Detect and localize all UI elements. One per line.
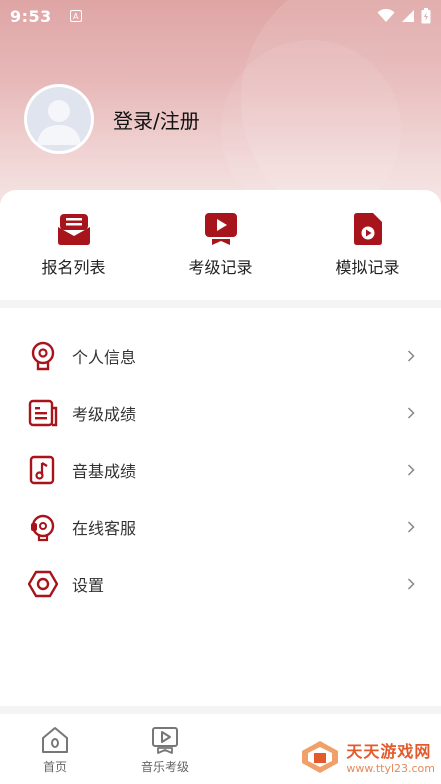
quick-exam-records[interactable]: 考级记录 xyxy=(161,212,281,278)
menu-label: 音基成绩 xyxy=(72,461,137,481)
avatar[interactable] xyxy=(24,84,94,154)
envelope-icon xyxy=(57,214,90,245)
music-exam-icon xyxy=(152,727,178,754)
menu-label: 设置 xyxy=(72,575,105,595)
status-bar: 9:53 A xyxy=(0,0,441,32)
quick-label: 考级记录 xyxy=(188,258,253,277)
menu-label: 考级成绩 xyxy=(72,404,137,424)
status-a-badge: A xyxy=(69,10,82,22)
watermark: 天天游戏网 www.ttyl23.com xyxy=(300,738,435,775)
chevron-right-icon xyxy=(407,463,415,476)
profile-section[interactable]: 登录/注册 xyxy=(24,84,200,154)
battery-icon xyxy=(421,8,431,24)
settings-icon xyxy=(28,570,58,597)
person-info-icon xyxy=(31,341,55,370)
status-time: 9:53 xyxy=(10,6,52,26)
menu-online-service[interactable]: 在线客服 xyxy=(0,498,441,555)
watermark-logo-icon xyxy=(302,740,339,773)
file-play-icon xyxy=(353,213,382,245)
quick-mock-records[interactable]: 模拟记录 xyxy=(308,212,428,278)
bottom-tab-bar: 首页 音乐考级 天天游戏网 www.ttyl23.com xyxy=(0,714,441,784)
score-document-icon xyxy=(28,399,58,426)
quick-registration-list[interactable]: 报名列表 xyxy=(14,212,134,278)
quick-label: 报名列表 xyxy=(41,258,106,277)
chevron-right-icon xyxy=(407,349,415,362)
home-icon xyxy=(42,727,68,753)
menu-label: 个人信息 xyxy=(72,347,137,367)
tab-music-exam[interactable]: 音乐考级 xyxy=(110,714,220,784)
user-placeholder-icon xyxy=(37,100,81,145)
menu-theory-scores[interactable]: 音基成绩 xyxy=(0,441,441,498)
quick-actions-card: 报名列表 考级记录 模拟记录 xyxy=(0,190,441,300)
menu-settings[interactable]: 设置 xyxy=(0,555,441,612)
signal-icon xyxy=(402,10,414,22)
chevron-right-icon xyxy=(407,520,415,533)
quick-label: 模拟记录 xyxy=(335,258,400,277)
chevron-right-icon xyxy=(407,577,415,590)
headset-icon xyxy=(31,514,55,541)
menu-personal-info[interactable]: 个人信息 xyxy=(0,327,441,384)
watermark-title: 天天游戏网 xyxy=(346,742,432,761)
watermark-url: www.ttyl23.com xyxy=(346,762,435,775)
chevron-right-icon xyxy=(407,406,415,419)
menu-exam-scores[interactable]: 考级成绩 xyxy=(0,384,441,441)
login-register-link[interactable]: 登录/注册 xyxy=(113,105,200,134)
menu-list: 个人信息 考级成绩 音基成绩 在线客服 设置 xyxy=(0,308,441,706)
music-note-icon xyxy=(29,455,55,484)
menu-label: 在线客服 xyxy=(72,518,137,538)
tab-home[interactable]: 首页 xyxy=(0,714,110,784)
tab-label: 音乐考级 xyxy=(140,760,189,774)
tab-label: 首页 xyxy=(42,760,67,774)
video-play-icon xyxy=(204,213,237,245)
wifi-icon xyxy=(377,9,395,22)
